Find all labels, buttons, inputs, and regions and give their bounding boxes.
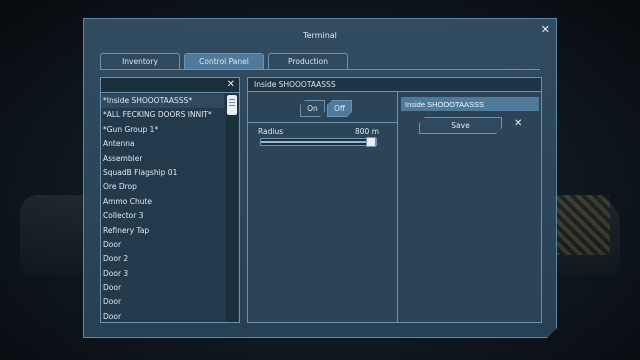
list-item[interactable]: Assembler (101, 152, 224, 166)
list-item[interactable]: Door (101, 295, 224, 309)
block-list: *Inside SHOOOTAASSS* *ALL FECKING DOORS I… (101, 94, 224, 324)
tab-control-panel[interactable]: Control Panel (184, 53, 264, 69)
list-item[interactable]: Ore Drop (101, 180, 224, 194)
clear-search-icon[interactable]: ✕ (227, 78, 235, 91)
slider-handle[interactable] (366, 137, 376, 147)
block-detail-panel: Inside SHOOOTAASSS On Off Radius 800 m S… (247, 77, 542, 323)
list-item[interactable]: Door (101, 310, 224, 324)
off-button[interactable]: Off (327, 100, 352, 117)
list-item[interactable]: Collector 3 (101, 209, 224, 223)
block-name-field[interactable] (401, 97, 539, 111)
save-button[interactable]: Save (419, 117, 502, 134)
window-title: Terminal (303, 31, 337, 40)
terminal-window: Terminal ✕ Inventory Control Panel Produ… (83, 18, 557, 338)
close-icon[interactable]: ✕ (541, 23, 550, 36)
list-scrollbar[interactable] (226, 94, 238, 322)
detail-divider (397, 92, 398, 322)
list-item[interactable]: *Gun Group 1* (101, 123, 224, 137)
cancel-icon[interactable]: ✕ (514, 118, 522, 129)
tab-inventory[interactable]: Inventory (100, 53, 180, 69)
block-detail-header: Inside SHOOOTAASSS (248, 78, 541, 92)
power-toggle: On Off (300, 100, 352, 117)
control-separator (248, 122, 397, 123)
list-item[interactable]: Door 2 (101, 252, 224, 266)
on-button[interactable]: On (300, 100, 325, 117)
tab-production[interactable]: Production (268, 53, 348, 69)
tab-bar: Inventory Control Panel Production (100, 53, 348, 69)
background-hazard-stripes (555, 195, 610, 255)
block-list-panel: ✕ *Inside SHOOOTAASSS* *ALL FECKING DOORS… (100, 77, 240, 323)
list-item[interactable]: SquadB Flagship 01 (101, 166, 224, 180)
list-item[interactable]: Door (101, 238, 224, 252)
list-item[interactable]: Ammo Chute (101, 195, 224, 209)
slider-fill (261, 141, 376, 143)
radius-value: 800 m (355, 127, 380, 136)
search-bar: ✕ (101, 78, 239, 93)
scrollbar-thumb[interactable] (227, 95, 237, 115)
radius-label: Radius (258, 127, 284, 136)
list-item[interactable]: Refinery Tap (101, 224, 224, 238)
list-item[interactable]: *ALL FECKING DOORS INNIT* (101, 108, 224, 122)
tab-divider (100, 69, 540, 70)
list-item[interactable]: Door (101, 281, 224, 295)
list-item[interactable]: *Inside SHOOOTAASSS* (101, 94, 224, 108)
radius-slider[interactable] (260, 138, 377, 146)
search-input[interactable] (103, 79, 227, 92)
list-item[interactable]: Antenna (101, 137, 224, 151)
list-item[interactable]: Door 3 (101, 267, 224, 281)
